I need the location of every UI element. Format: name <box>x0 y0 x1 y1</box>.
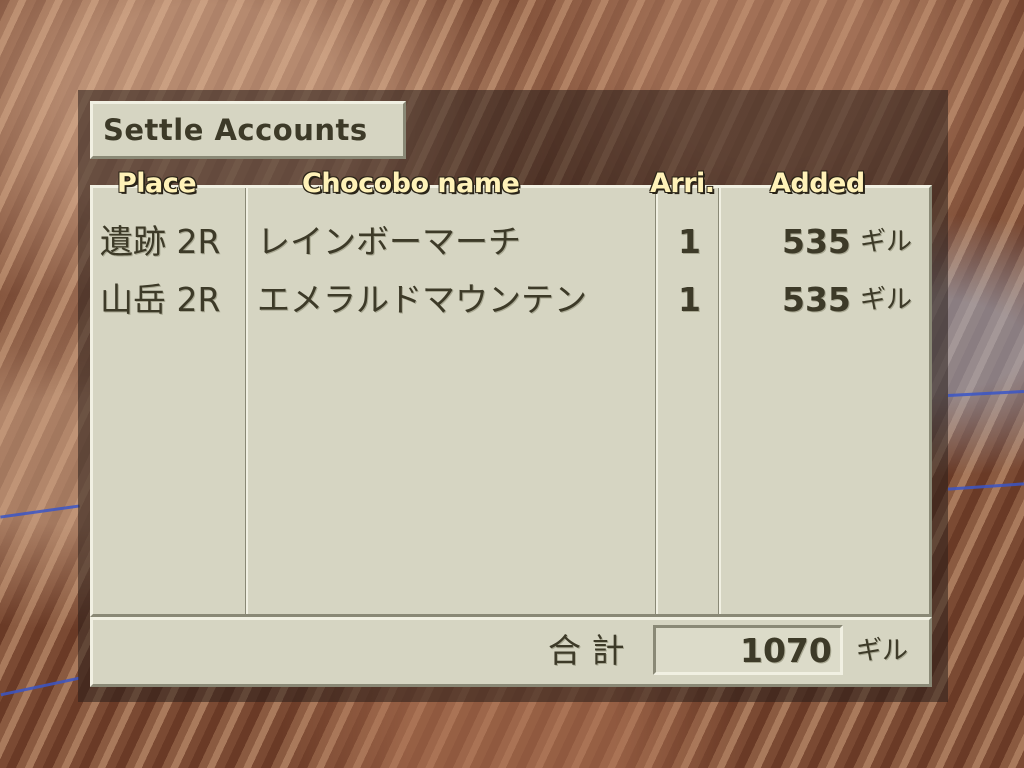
column-divider <box>718 188 721 614</box>
background-strand <box>947 390 1024 397</box>
background-strand <box>0 676 80 697</box>
header-place: Place <box>117 168 197 199</box>
column-divider <box>245 188 248 614</box>
background-strand <box>947 482 1024 491</box>
total-label: 合 計 <box>548 631 625 670</box>
column-divider <box>655 188 658 614</box>
row-arrival: 1 <box>678 280 701 319</box>
header-arrival: Arri. <box>650 168 715 199</box>
row-place: 遺跡 2R <box>100 222 221 261</box>
total-value: 1070 <box>740 631 832 670</box>
row-added-unit: ギル <box>860 227 913 257</box>
row-place: 山岳 2R <box>100 280 221 319</box>
row-added-value: 535 <box>782 280 851 319</box>
total-unit: ギル <box>856 636 909 666</box>
row-arrival: 1 <box>678 222 701 261</box>
window-title: Settle Accounts <box>90 101 406 159</box>
row-added-unit: ギル <box>860 285 913 315</box>
background-strand <box>0 504 80 519</box>
row-added-value: 535 <box>782 222 851 261</box>
row-chocobo-name: エメラルドマウンテン <box>257 280 587 319</box>
header-added: Added <box>770 168 865 199</box>
header-chocobo-name: Chocobo name <box>302 168 520 199</box>
row-chocobo-name: レインボーマーチ <box>257 222 521 261</box>
